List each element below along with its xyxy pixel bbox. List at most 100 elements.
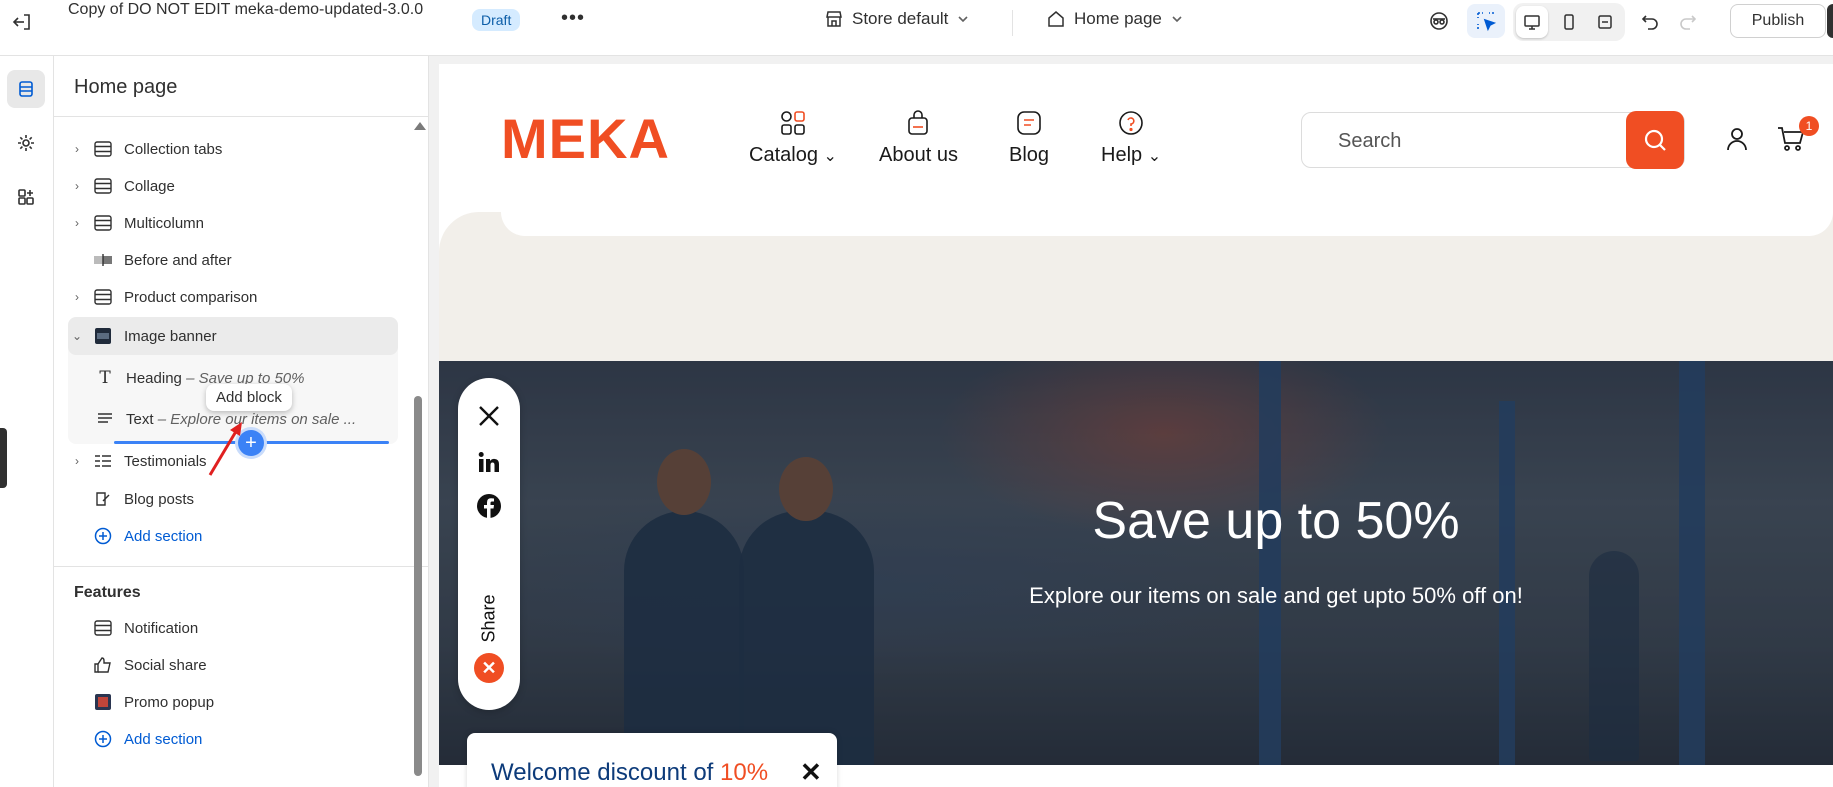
nav-catalog[interactable]: Catalog ⌄: [749, 108, 837, 167]
chevron-right-icon[interactable]: ›: [68, 288, 86, 306]
device-toggle-group: [1513, 3, 1625, 41]
chevron-right-icon[interactable]: ›: [68, 177, 86, 195]
testimonials-icon: [92, 452, 114, 470]
desktop-icon: [1524, 15, 1540, 30]
redo-icon: [1680, 15, 1697, 30]
sections-icon: [19, 81, 33, 97]
add-block-tooltip: Add block: [206, 384, 292, 411]
help-icon: [1116, 108, 1146, 138]
chevron-down-icon[interactable]: ⌄: [68, 327, 86, 345]
section-label: Before and after: [124, 251, 232, 269]
before-after-icon: [92, 251, 114, 269]
feature-label: Social share: [124, 656, 207, 674]
select-element-button[interactable]: [1467, 4, 1505, 38]
divider: [54, 566, 428, 567]
chevron-down-icon: [958, 16, 968, 23]
panel-handle[interactable]: [0, 428, 7, 488]
store-selector[interactable]: Store default: [824, 9, 970, 29]
nav-help[interactable]: Help ⌄: [1101, 108, 1161, 167]
nav-label: Catalog: [749, 144, 818, 166]
blog-icon: [92, 490, 114, 508]
store-logo[interactable]: MEKA: [501, 106, 670, 171]
image-banner[interactable]: Save up to 50% Explore our items on sale…: [439, 361, 1833, 765]
redo-button[interactable]: [1669, 4, 1707, 38]
block-type: Heading: [126, 369, 182, 387]
section-row[interactable]: Before and after: [68, 243, 398, 277]
section-icon: [92, 177, 114, 195]
section-row-selected[interactable]: ⌄ Image banner: [68, 317, 398, 355]
apps-icon: [18, 189, 34, 205]
more-actions-button[interactable]: •••: [560, 8, 586, 34]
cart-count-badge: 1: [1799, 116, 1819, 136]
scroll-up-arrow[interactable]: [414, 122, 426, 130]
mobile-view-button[interactable]: [1553, 6, 1585, 38]
store-icon: [826, 11, 842, 27]
chevron-down-icon: ⌄: [1147, 148, 1162, 165]
section-label: Blog posts: [124, 490, 195, 508]
section-row[interactable]: › Collection tabs: [68, 132, 398, 166]
heading-icon: T: [99, 368, 111, 388]
add-section-button[interactable]: Add section: [68, 722, 398, 756]
welcome-percent: 10%: [720, 759, 769, 786]
top-bar: Copy of DO NOT EDIT meka-demo-updated-3.…: [0, 0, 1833, 56]
section-label: Collage: [124, 177, 175, 195]
section-label: Collection tabs: [124, 140, 223, 158]
apps-tab[interactable]: [7, 178, 45, 216]
section-row[interactable]: › Multicolumn: [68, 206, 398, 240]
search-icon: [1644, 129, 1666, 151]
desktop-view-button[interactable]: [1516, 6, 1548, 38]
text-lines-icon: [94, 410, 116, 428]
banner-text: Explore our items on sale and get upto 5…: [1029, 583, 1523, 608]
plus-circle-icon: [92, 527, 114, 545]
account-icon[interactable]: [1724, 126, 1750, 157]
preview-inspector-button[interactable]: [1420, 4, 1458, 38]
section-icon: [92, 288, 114, 306]
search-placeholder: Search: [1338, 130, 1402, 152]
fullscreen-view-button[interactable]: [1589, 6, 1621, 38]
share-label: Share: [478, 593, 499, 643]
overflow-button[interactable]: [1827, 4, 1833, 38]
theme-title: Copy of DO NOT EDIT meka-demo-updated-3.…: [68, 1, 424, 18]
publish-button[interactable]: Publish: [1730, 4, 1826, 38]
close-share-button[interactable]: ✕: [474, 653, 504, 683]
facebook-icon[interactable]: [475, 492, 503, 520]
bag-icon: [903, 108, 933, 138]
inspector-icon: [1430, 12, 1448, 30]
exit-icon[interactable]: [10, 10, 34, 34]
mobile-icon: [1564, 14, 1574, 30]
undo-button[interactable]: [1631, 4, 1669, 38]
chevron-down-icon: ⌄: [823, 148, 837, 165]
section-row[interactable]: › Collage: [68, 169, 398, 203]
sections-tab[interactable]: [7, 70, 45, 108]
welcome-text: Welcome discount of: [491, 759, 714, 786]
nav-about-us[interactable]: About us: [879, 108, 958, 167]
header-card-bottom: [501, 212, 1833, 236]
home-icon: [1048, 11, 1064, 27]
search-button[interactable]: [1626, 111, 1684, 169]
sidebar-title: Home page: [74, 76, 178, 98]
x-icon[interactable]: [475, 402, 503, 430]
nav-blog[interactable]: Blog: [1009, 108, 1049, 167]
theme-settings-tab[interactable]: [7, 124, 45, 162]
add-section-button[interactable]: Add section: [68, 519, 398, 553]
chevron-right-icon[interactable]: ›: [68, 452, 86, 470]
chevron-right-icon[interactable]: ›: [68, 214, 86, 232]
linkedin-icon[interactable]: [475, 448, 503, 476]
annotation-arrow-icon: [208, 422, 242, 476]
page-selector[interactable]: Home page: [1046, 9, 1184, 29]
feature-row[interactable]: Promo popup: [68, 685, 398, 719]
close-icon[interactable]: ✕: [800, 757, 822, 787]
chevron-right-icon[interactable]: ›: [68, 140, 86, 158]
blog-icon: [1014, 108, 1044, 138]
scrollbar-thumb[interactable]: [414, 396, 422, 776]
storefront-preview: MEKA Catalog ⌄ About us Blog Help ⌄ Sear…: [439, 64, 1833, 787]
feature-label: Notification: [124, 619, 199, 637]
section-row[interactable]: › Product comparison: [68, 280, 398, 314]
feature-row[interactable]: Social share: [68, 648, 398, 682]
block-detail: – Explore our items on sale ...: [157, 410, 357, 428]
add-section-label: Add section: [124, 527, 203, 545]
section-row[interactable]: Blog posts: [68, 482, 398, 516]
banner-heading: Save up to 50%: [1092, 492, 1460, 550]
cursor-select-icon: [1477, 12, 1497, 32]
feature-row[interactable]: Notification: [68, 611, 398, 645]
